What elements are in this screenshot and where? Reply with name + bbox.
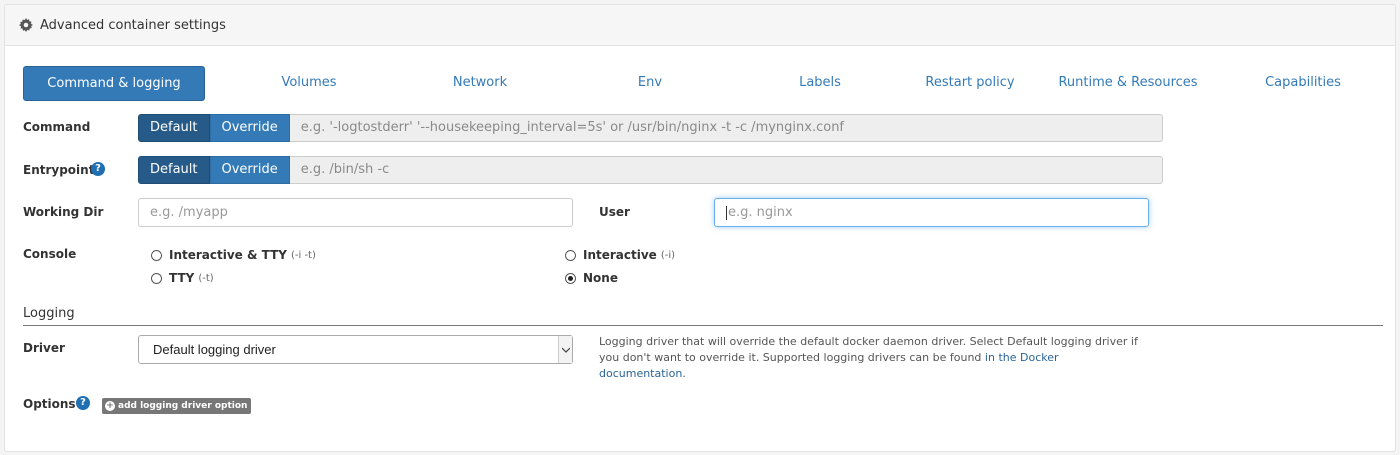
panel-header: Advanced container settings <box>5 5 1395 46</box>
radio-label: Interactive & TTY <box>169 248 287 262</box>
settings-tabs: Command & logging Volumes Network Env La… <box>23 66 1383 101</box>
radio-button[interactable] <box>151 249 162 261</box>
radio-hint: (-t) <box>198 272 214 284</box>
command-input[interactable]: e.g. '-logtostderr' '--housekeeping_inte… <box>289 114 1163 142</box>
chevron-down-icon[interactable] <box>558 336 572 363</box>
working-dir-input[interactable]: e.g. /myapp <box>138 198 573 227</box>
radio-button-checked[interactable] <box>565 272 576 284</box>
radio-button[interactable] <box>565 249 576 261</box>
user-input[interactable]: e.g. nginx <box>714 198 1149 227</box>
tab-capabilities[interactable]: Capabilities <box>1218 66 1388 101</box>
plus-circle-icon: + <box>105 401 115 411</box>
logging-driver-value: Default logging driver <box>153 342 276 357</box>
driver-label: Driver <box>23 341 65 355</box>
tab-env[interactable]: Env <box>565 66 735 101</box>
radio-button[interactable] <box>151 272 162 284</box>
entrypoint-override-button[interactable]: Override <box>209 156 290 184</box>
radio-hint: (-i) <box>660 249 676 261</box>
options-label: Options <box>23 397 76 411</box>
entrypoint-input[interactable]: e.g. /bin/sh -c <box>289 156 1163 184</box>
tab-restart-policy[interactable]: Restart policy <box>885 66 1055 101</box>
add-option-label: add logging driver option <box>118 401 248 411</box>
user-input-placeholder: e.g. nginx <box>728 205 793 220</box>
command-override-button[interactable]: Override <box>209 114 290 142</box>
logging-section-title: Logging <box>23 306 1383 326</box>
command-label: Command <box>23 120 91 134</box>
entrypoint-default-button[interactable]: Default <box>138 156 210 184</box>
radio-label: None <box>583 271 618 285</box>
console-option-interactive[interactable]: Interactive (-i) <box>565 248 675 262</box>
console-label: Console <box>23 247 77 261</box>
advanced-container-settings-panel: Advanced container settings Command & lo… <box>4 4 1396 452</box>
radio-label: TTY <box>169 271 195 285</box>
tab-network[interactable]: Network <box>395 66 565 101</box>
entrypoint-help-icon[interactable]: ? <box>91 162 105 176</box>
gear-icon <box>19 18 33 32</box>
tab-command-logging[interactable]: Command & logging <box>23 66 205 101</box>
user-label: User <box>599 205 630 219</box>
panel-title: Advanced container settings <box>40 17 226 33</box>
tab-labels[interactable]: Labels <box>735 66 905 101</box>
radio-hint: (-i -t) <box>290 249 316 261</box>
tab-volumes[interactable]: Volumes <box>223 66 395 101</box>
working-dir-label: Working Dir <box>23 205 104 219</box>
console-option-tty[interactable]: TTY (-t) <box>151 271 214 285</box>
entrypoint-mode-toggle: Default Override e.g. /bin/sh -c <box>138 156 1163 184</box>
command-mode-toggle: Default Override e.g. '-logtostderr' '--… <box>138 114 1163 142</box>
command-default-button[interactable]: Default <box>138 114 210 142</box>
logging-driver-select[interactable]: Default logging driver <box>138 335 573 364</box>
tab-runtime-resources[interactable]: Runtime & Resources <box>1038 66 1218 101</box>
options-help-icon[interactable]: ? <box>76 396 90 410</box>
text-cursor <box>726 205 727 220</box>
add-logging-driver-option-button[interactable]: + add logging driver option <box>102 398 252 414</box>
entrypoint-label: Entrypoint <box>23 163 95 177</box>
console-option-none[interactable]: None <box>565 271 618 285</box>
console-option-interactive-tty[interactable]: Interactive & TTY (-i -t) <box>151 248 316 262</box>
radio-label: Interactive <box>583 248 657 262</box>
help-text-end: . <box>682 367 686 380</box>
logging-driver-help: Logging driver that will override the de… <box>599 334 1139 382</box>
